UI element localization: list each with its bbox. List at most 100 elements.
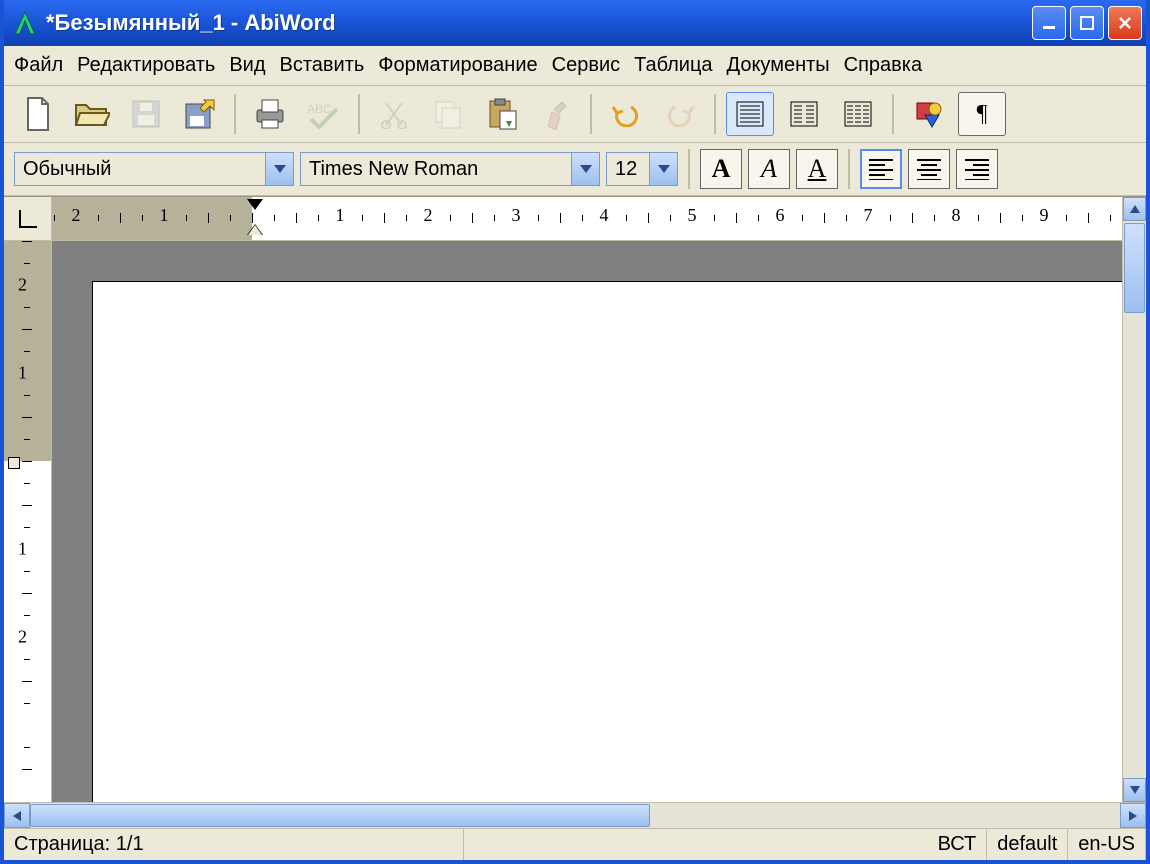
menubar: Файл Редактировать Вид Вставить Форматир… (4, 46, 1146, 86)
ruler-number: 5 (688, 205, 697, 226)
save-button[interactable] (122, 92, 170, 136)
application-window: *Безымянный_1 - AbiWord Файл Редактирова… (0, 0, 1150, 864)
ruler-number: 9 (1040, 205, 1049, 226)
vertical-scrollbar[interactable] (1122, 197, 1146, 802)
align-left-button[interactable] (860, 149, 902, 189)
style-combo[interactable]: Обычный (14, 152, 294, 186)
format-painter-button[interactable] (532, 92, 580, 136)
separator (892, 94, 894, 134)
minimize-button[interactable] (1032, 6, 1066, 40)
columns-2-button[interactable] (780, 92, 828, 136)
document-viewport[interactable] (52, 241, 1122, 802)
ruler-number: 1 (18, 363, 27, 384)
pilcrow-button[interactable]: ¶ (958, 92, 1006, 136)
window-buttons (1032, 6, 1142, 40)
spellcheck-button[interactable]: ABC (300, 92, 348, 136)
scroll-thumb[interactable] (30, 804, 650, 827)
status-bar: Страница: 1/1 ВСТ default en-US (4, 828, 1146, 860)
ruler-number: 2 (18, 275, 27, 296)
ruler-number: 4 (600, 205, 609, 226)
scroll-left-button[interactable] (4, 803, 30, 828)
save-as-button[interactable] (176, 92, 224, 136)
dropdown-icon[interactable] (265, 153, 293, 185)
cut-button[interactable] (370, 92, 418, 136)
status-lang[interactable]: en-US (1068, 829, 1146, 860)
horizontal-ruler[interactable]: 2112345678910 (52, 197, 1122, 241)
ruler-number: 1 (336, 205, 345, 226)
ruler-number: 3 (512, 205, 521, 226)
document-page[interactable] (92, 281, 1122, 802)
copy-button[interactable] (424, 92, 472, 136)
underline-button[interactable]: A (796, 149, 838, 189)
separator (848, 149, 850, 189)
maximize-button[interactable] (1070, 6, 1104, 40)
scroll-right-button[interactable] (1120, 803, 1146, 828)
vertical-ruler[interactable]: 2 1 1 2 (4, 241, 52, 802)
ruler-number: 6 (776, 205, 785, 226)
formatting-toolbar: Обычный Times New Roman 12 A A A (4, 143, 1146, 196)
new-button[interactable] (14, 92, 62, 136)
menu-help[interactable]: Справка (844, 54, 922, 77)
open-button[interactable] (68, 92, 116, 136)
style-value: Обычный (15, 158, 265, 181)
status-insert-mode[interactable]: ВСТ (928, 829, 988, 860)
svg-text:ABC: ABC (307, 102, 332, 116)
menu-documents[interactable]: Документы (727, 54, 830, 77)
print-button[interactable] (246, 92, 294, 136)
titlebar[interactable]: *Безымянный_1 - AbiWord (4, 0, 1146, 46)
v-indent-marker[interactable] (8, 457, 20, 469)
paste-button[interactable] (478, 92, 526, 136)
menu-file[interactable]: Файл (14, 54, 63, 77)
ruler-number: 7 (864, 205, 873, 226)
menu-view[interactable]: Вид (229, 54, 265, 77)
dropdown-icon[interactable] (649, 153, 677, 185)
status-default[interactable]: default (987, 829, 1068, 860)
scroll-down-button[interactable] (1123, 778, 1146, 802)
ruler-number: 1 (18, 539, 27, 560)
ruler-number: 8 (952, 205, 961, 226)
menu-insert[interactable]: Вставить (280, 54, 365, 77)
indent-marker[interactable] (248, 197, 262, 237)
menu-edit[interactable]: Редактировать (77, 54, 215, 77)
ruler-number: 2 (18, 627, 27, 648)
size-value: 12 (607, 158, 649, 181)
tab-stop-selector[interactable] (4, 197, 52, 241)
dropdown-icon[interactable] (571, 153, 599, 185)
ruler-number: 2 (72, 205, 81, 226)
separator (714, 94, 716, 134)
scroll-track[interactable] (1123, 221, 1146, 778)
align-center-button[interactable] (908, 149, 950, 189)
window-title: *Безымянный_1 - AbiWord (46, 10, 1032, 36)
menu-service[interactable]: Сервис (552, 54, 621, 77)
menu-format[interactable]: Форматирование (378, 54, 537, 77)
status-page: Страница: 1/1 (4, 829, 464, 860)
columns-1-button[interactable] (726, 92, 774, 136)
standard-toolbar: ABC (4, 86, 1146, 143)
ruler-number: 2 (424, 205, 433, 226)
menu-table[interactable]: Таблица (634, 54, 712, 77)
redo-button[interactable] (656, 92, 704, 136)
align-right-button[interactable] (956, 149, 998, 189)
columns-3-button[interactable] (834, 92, 882, 136)
scroll-up-button[interactable] (1123, 197, 1146, 221)
tabstop-icon (19, 210, 37, 228)
separator (590, 94, 592, 134)
horizontal-scrollbar[interactable] (4, 802, 1146, 828)
separator (358, 94, 360, 134)
italic-button[interactable]: A (748, 149, 790, 189)
font-combo[interactable]: Times New Roman (300, 152, 600, 186)
font-value: Times New Roman (301, 158, 571, 181)
bold-button[interactable]: A (700, 149, 742, 189)
scroll-track[interactable] (30, 803, 1120, 828)
undo-button[interactable] (602, 92, 650, 136)
close-button[interactable] (1108, 6, 1142, 40)
work-area: 2112345678910 2112 (4, 196, 1146, 802)
ruler-number: 1 (160, 205, 169, 226)
scroll-thumb[interactable] (1124, 223, 1145, 313)
app-icon (12, 10, 38, 36)
separator (688, 149, 690, 189)
shapes-button[interactable] (904, 92, 952, 136)
size-combo[interactable]: 12 (606, 152, 678, 186)
pilcrow-icon: ¶ (977, 101, 988, 128)
separator (234, 94, 236, 134)
